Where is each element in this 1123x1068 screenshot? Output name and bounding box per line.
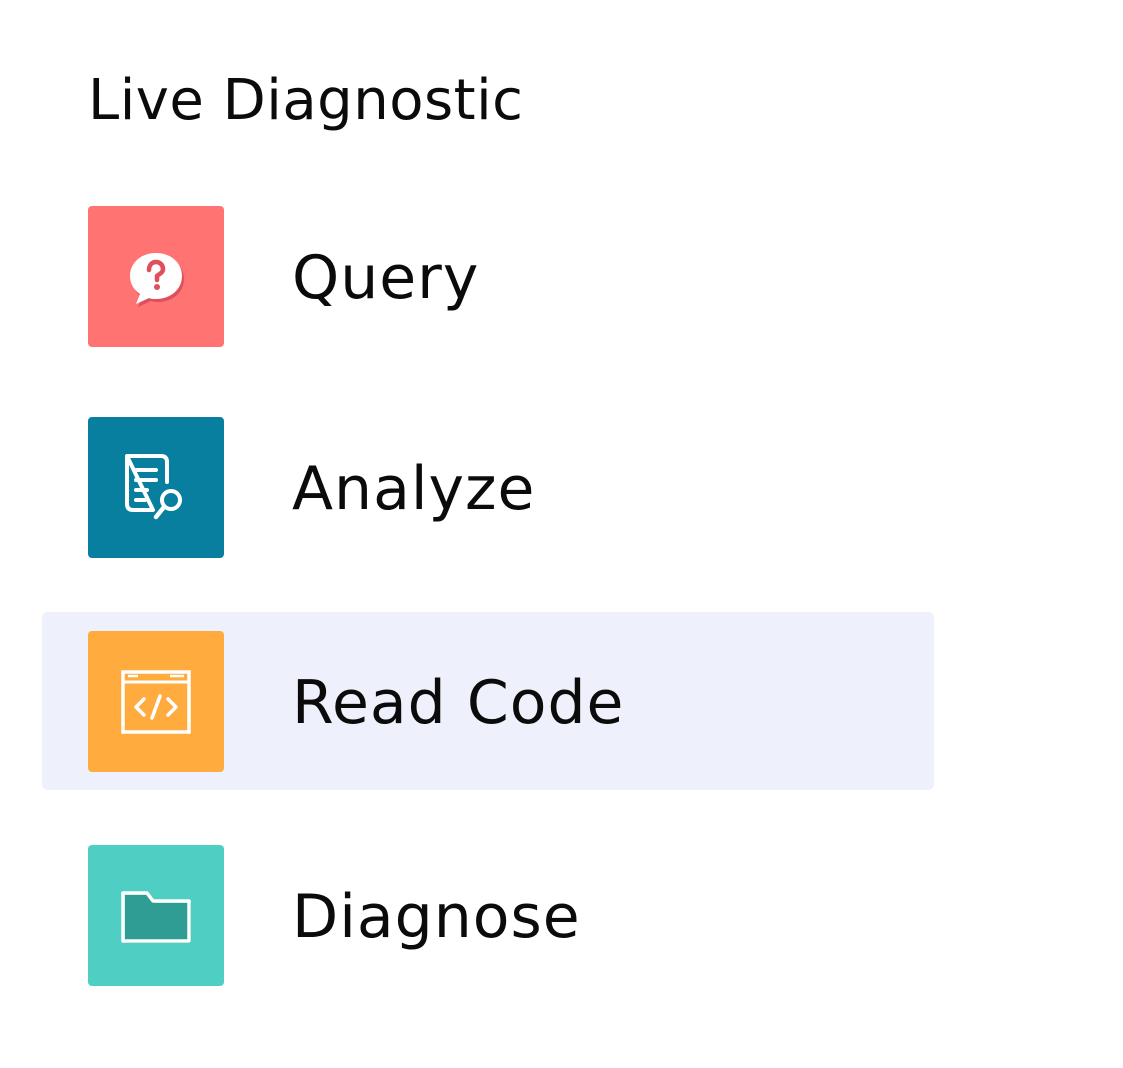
analyze-tile bbox=[88, 417, 224, 558]
code-window-icon bbox=[120, 669, 192, 735]
menu-item-analyze[interactable]: Analyze bbox=[42, 400, 934, 578]
menu-item-query[interactable]: Query bbox=[42, 189, 934, 367]
read-code-tile bbox=[88, 631, 224, 772]
menu-item-label: Query bbox=[292, 243, 480, 313]
folder-icon bbox=[117, 885, 195, 947]
menu-item-diagnose[interactable]: Diagnose bbox=[42, 828, 934, 1006]
document-search-icon bbox=[123, 452, 189, 524]
query-tile bbox=[88, 206, 224, 347]
menu-item-label: Read Code bbox=[292, 668, 625, 738]
panel-title: Live Diagnostic bbox=[88, 68, 524, 133]
menu-item-read-code[interactable]: Read Code bbox=[42, 612, 934, 790]
diagnose-tile bbox=[88, 845, 224, 986]
menu-item-label: Diagnose bbox=[292, 882, 581, 952]
question-bubble-icon bbox=[125, 246, 187, 308]
menu-item-label: Analyze bbox=[292, 454, 536, 524]
